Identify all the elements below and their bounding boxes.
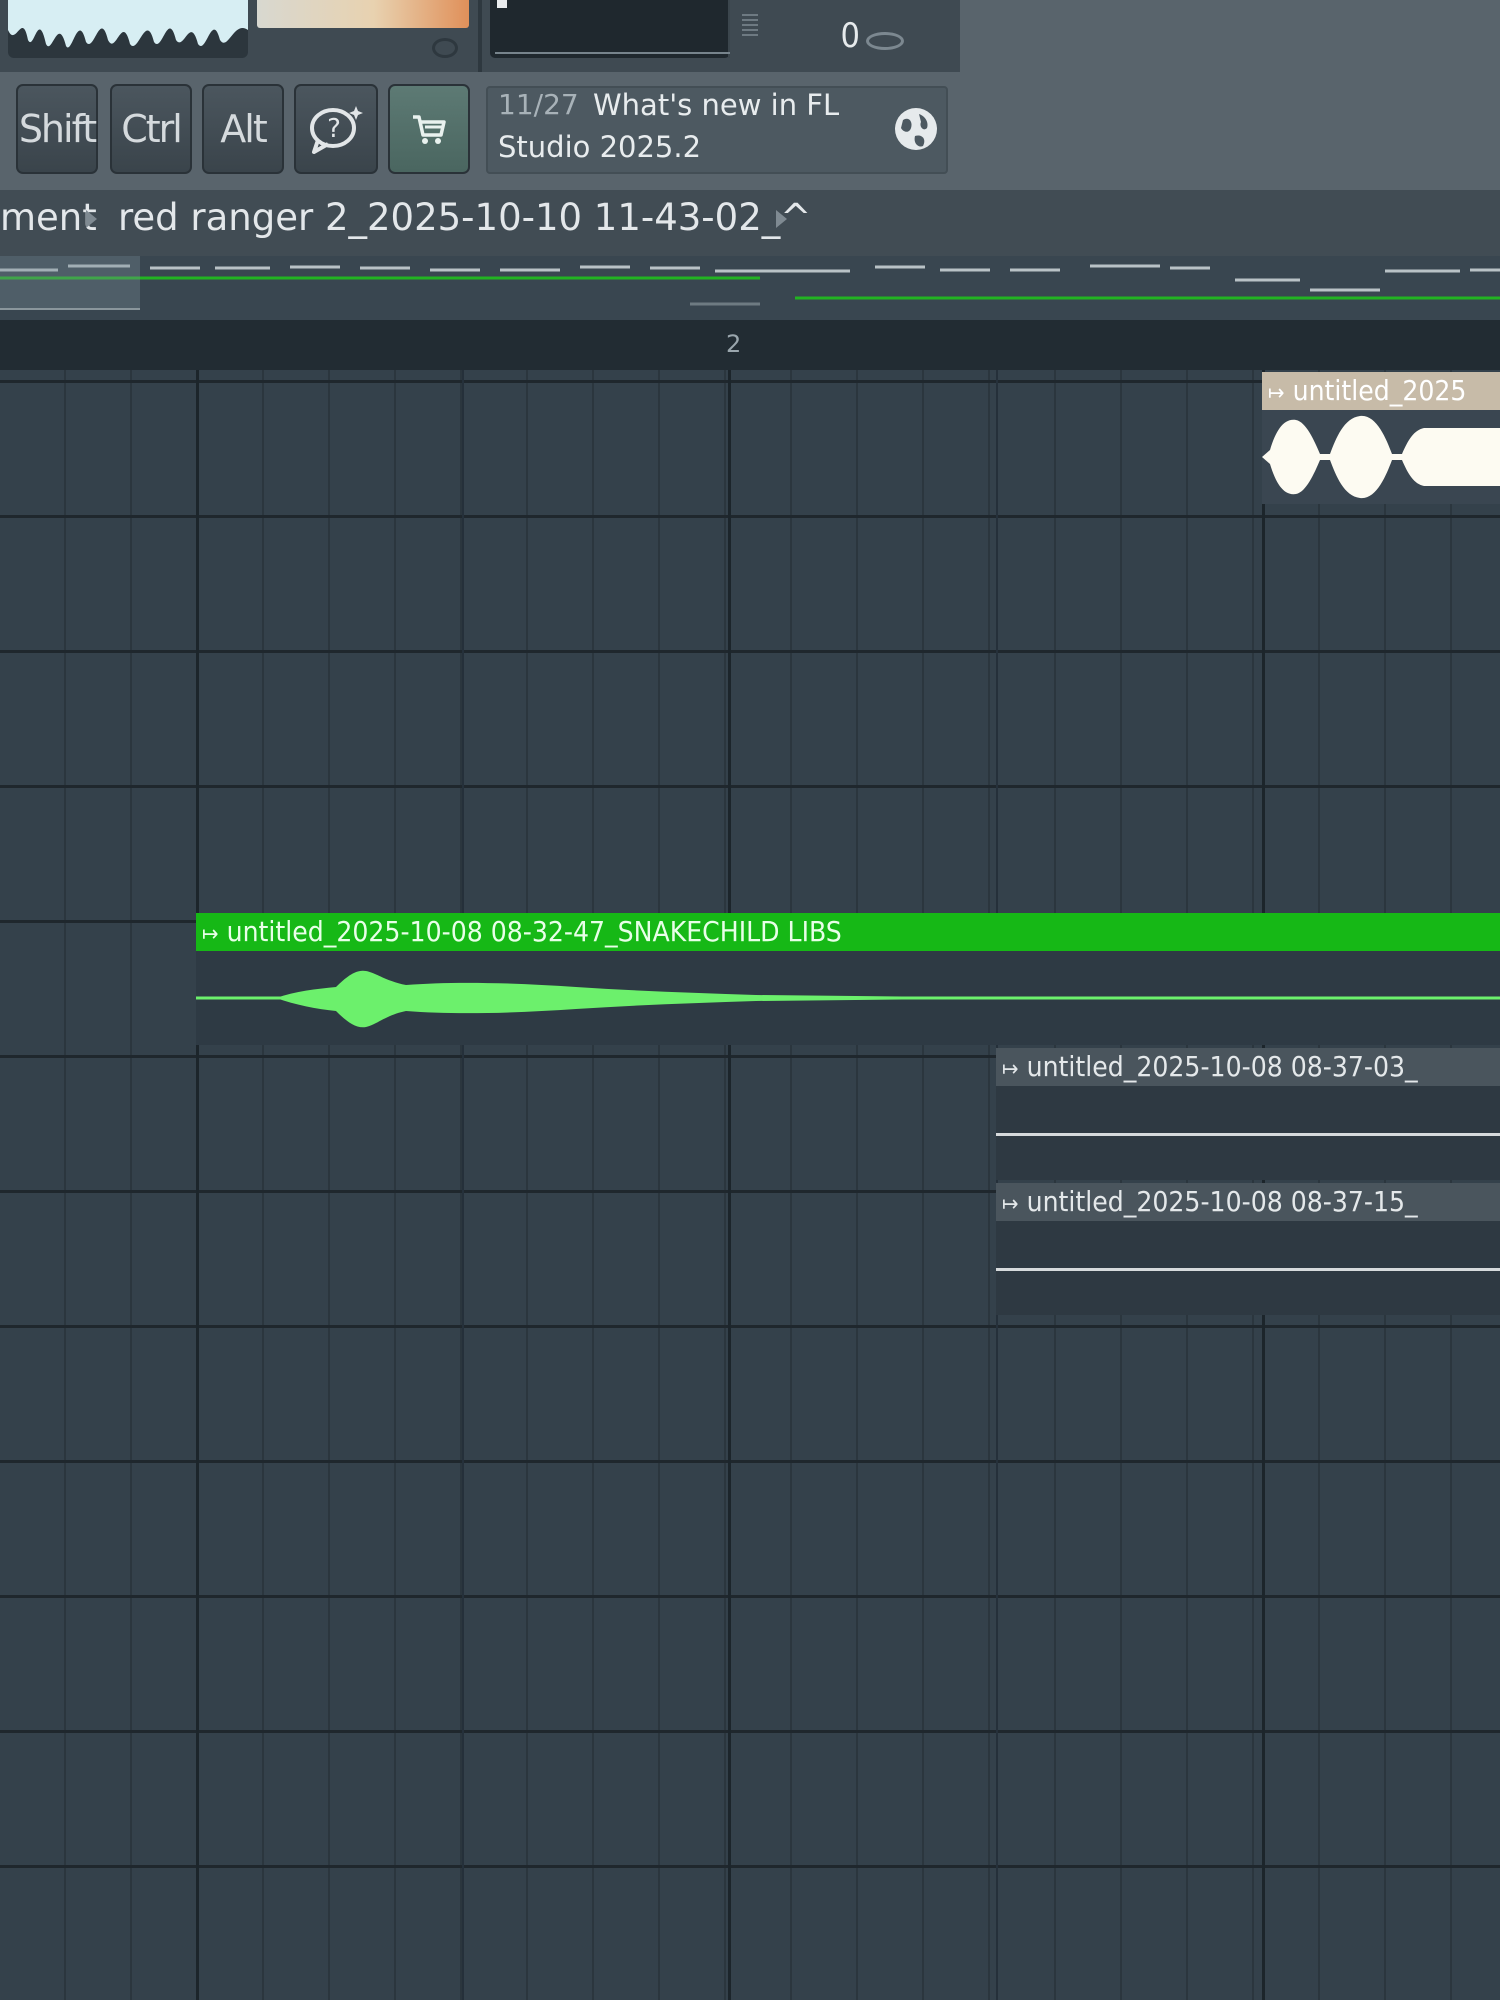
breadcrumb-item-arrangement[interactable]: ment: [0, 196, 97, 239]
shift-button[interactable]: Shift: [16, 84, 98, 174]
meter-level-indicator: [497, 0, 507, 8]
audio-clip-header[interactable]: ↦ untitled_2025-10-08 08-37-03_: [996, 1048, 1500, 1086]
timeline-ruler[interactable]: [0, 320, 1500, 370]
bar-line: [728, 370, 731, 2000]
audio-clip-flat-waveform: [996, 1133, 1500, 1136]
playlist-overview[interactable]: [0, 256, 1500, 320]
audio-clip-waveform[interactable]: [1262, 410, 1500, 504]
color-gradient-bar[interactable]: [257, 0, 469, 28]
small-knob-icon[interactable]: [432, 38, 458, 58]
store-button[interactable]: [388, 84, 470, 174]
help-speech-bubble-icon: ?: [310, 106, 363, 154]
polyphony-value: 0: [840, 16, 860, 56]
clip-menu-arrow-icon[interactable]: ↦: [1002, 1192, 1019, 1217]
svg-text:?: ?: [327, 114, 339, 144]
audio-clip-name: untitled_2025: [1292, 374, 1467, 407]
cpu-meter-panel: [490, 0, 730, 58]
meter-separator: [728, 0, 730, 58]
audio-clip-name: untitled_2025-10-08 08-37-03_: [1026, 1050, 1418, 1083]
news-title-line2[interactable]: Studio 2025.2: [498, 130, 701, 164]
meter-oval-icon[interactable]: [866, 32, 904, 50]
news-title-line1[interactable]: What's new in FL: [593, 88, 839, 122]
ctrl-button[interactable]: Ctrl: [110, 84, 192, 174]
news-counter: 11/27: [498, 88, 579, 121]
audio-clip-name: untitled_2025-10-08 08-37-15_: [1026, 1185, 1418, 1218]
audio-clip-flat-waveform: [996, 1268, 1500, 1271]
overview-view-window[interactable]: [0, 256, 140, 310]
waveform-preview-thumbnail: [8, 0, 248, 58]
beat-line: [462, 370, 464, 2000]
meter-baseline: [495, 52, 730, 54]
audio-clip-header[interactable]: ↦ untitled_2025: [1262, 372, 1500, 410]
panel-divider: [478, 0, 482, 72]
alt-button[interactable]: Alt: [202, 84, 284, 174]
bar-line: [196, 370, 199, 2000]
ruler-bar-number: 2: [726, 330, 742, 358]
breadcrumb-arrow-icon[interactable]: [776, 210, 787, 228]
audio-clip-name: untitled_2025-10-08 08-32-47_SNAKECHILD …: [226, 915, 842, 948]
audio-clip-header[interactable]: ↦ untitled_2025-10-08 08-32-47_SNAKECHILD…: [196, 913, 1500, 951]
audio-clip-header[interactable]: ↦ untitled_2025-10-08 08-37-15_: [996, 1183, 1500, 1221]
audio-clip-waveform[interactable]: [196, 951, 1500, 1045]
meter-grip-icon: [742, 14, 758, 36]
shopping-cart-icon: [413, 115, 446, 144]
clip-menu-arrow-icon[interactable]: ↦: [1002, 1057, 1019, 1082]
help-button[interactable]: ?: [294, 84, 378, 174]
globe-icon[interactable]: [893, 106, 939, 152]
clip-menu-arrow-icon[interactable]: ↦: [202, 922, 219, 947]
breadcrumb-item-project[interactable]: red ranger 2_2025-10-10 11-43-02_^: [118, 196, 811, 239]
breadcrumb-arrow-icon: [86, 210, 97, 228]
clip-menu-arrow-icon[interactable]: ↦: [1268, 381, 1285, 406]
